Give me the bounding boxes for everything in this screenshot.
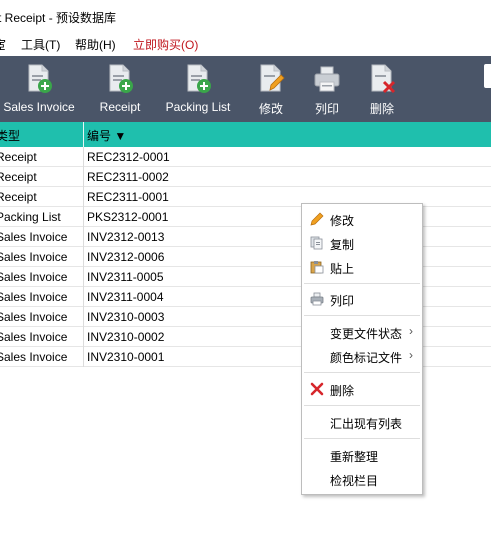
cell-type: Packing List xyxy=(0,210,61,224)
cell-number: PKS2312-0001 xyxy=(87,210,169,224)
toolbar-label: Receipt xyxy=(99,100,141,114)
context-item-label: 重新整理 xyxy=(330,450,379,464)
cell-divider xyxy=(83,307,84,327)
context-item-export-list[interactable]: 汇出现有列表 xyxy=(302,411,422,433)
context-item-label: 列印 xyxy=(330,294,355,308)
cell-divider xyxy=(83,347,84,367)
toolbar-label: Sales Invoice xyxy=(3,100,75,114)
menu-item-help[interactable]: 帮助(H) xyxy=(75,36,116,53)
edit-button[interactable]: 修改 xyxy=(252,56,290,122)
cell-type: Sales Invoice xyxy=(0,270,68,284)
new-receipt-button[interactable]: Receipt xyxy=(92,56,148,122)
toolbar-label: 列印 xyxy=(314,102,339,116)
cell-divider xyxy=(83,267,84,287)
new-packing-list-button[interactable]: Packing List xyxy=(160,56,236,122)
column-header-number[interactable]: 编号 ▼ xyxy=(87,127,126,144)
copy-icon xyxy=(310,236,323,250)
pencil-icon xyxy=(310,212,324,226)
cell-type: Sales Invoice xyxy=(0,350,68,364)
doc-add-icon xyxy=(109,64,133,93)
cell-number: INV2312-0013 xyxy=(87,230,165,244)
cell-type: Sales Invoice xyxy=(0,230,68,244)
menu-divider xyxy=(304,315,420,316)
column-header-type[interactable]: 类型 xyxy=(0,127,20,144)
title-bar: t Receipt - 预设数据库 xyxy=(0,0,491,31)
toolbar-label: Packing List xyxy=(165,100,231,114)
context-item-print[interactable]: 列印 xyxy=(302,288,422,310)
context-item-refresh[interactable]: 重新整理 xyxy=(302,444,422,466)
cell-number: REC2312-0001 xyxy=(87,150,170,164)
context-item-label: 修改 xyxy=(330,214,355,228)
delete-button[interactable]: 删除 xyxy=(363,56,401,122)
menu-divider xyxy=(304,405,420,406)
cell-type: Receipt xyxy=(0,190,37,204)
table-row[interactable]: Receipt REC2311-0002 xyxy=(0,167,491,187)
cell-divider xyxy=(83,167,84,187)
delete-x-icon xyxy=(310,382,324,396)
printer-icon xyxy=(310,292,324,306)
cell-type: Sales Invoice xyxy=(0,250,68,264)
toolbar-label: 删除 xyxy=(369,102,394,116)
toolbar-label: 修改 xyxy=(258,102,283,116)
cell-number: REC2311-0002 xyxy=(87,170,169,184)
grid-header: 类型 编号 ▼ xyxy=(0,122,491,147)
cell-divider xyxy=(83,187,84,207)
context-item-change-status[interactable]: 变更文件状态 › xyxy=(302,321,422,343)
menu-item-settings[interactable]: 宦 xyxy=(0,36,6,53)
cell-divider xyxy=(83,287,84,307)
menu-item-tools[interactable]: 工具(T) xyxy=(21,36,60,53)
context-item-label: 检视栏目 xyxy=(330,474,379,488)
edit-icon xyxy=(260,64,285,92)
menu-divider xyxy=(304,283,420,284)
cell-number: INV2312-0006 xyxy=(87,250,165,264)
doc-add-icon xyxy=(187,64,211,93)
context-item-label: 颜色标记文件 xyxy=(330,351,403,365)
menu-item-buy-now[interactable]: 立即购买(O) xyxy=(133,36,198,53)
cell-number: INV2310-0002 xyxy=(87,330,165,344)
cell-divider xyxy=(83,147,84,167)
window-title: t Receipt - 预设数据库 xyxy=(0,11,117,25)
cell-type: Sales Invoice xyxy=(0,290,68,304)
toolbar-overflow-box[interactable] xyxy=(484,64,491,88)
context-item-copy[interactable]: 复制 xyxy=(302,232,422,254)
cell-type: Sales Invoice xyxy=(0,310,68,324)
cell-divider xyxy=(83,247,84,267)
context-item-label: 删除 xyxy=(330,384,355,398)
column-separator[interactable] xyxy=(83,122,84,147)
cell-number: REC2311-0001 xyxy=(87,190,169,204)
menu-bar: 宦 工具(T) 帮助(H) 立即购买(O) xyxy=(0,31,491,56)
context-item-delete[interactable]: 删除 xyxy=(302,378,422,400)
context-item-paste[interactable]: 贴上 xyxy=(302,256,422,278)
cell-type: Receipt xyxy=(0,170,37,184)
submenu-arrow-icon: › xyxy=(409,348,413,362)
table-row[interactable]: Receipt REC2312-0001 xyxy=(0,147,491,167)
cell-type: Sales Invoice xyxy=(0,330,68,344)
context-item-edit[interactable]: 修改 xyxy=(302,208,422,230)
context-item-label: 贴上 xyxy=(330,262,355,276)
cell-number: INV2311-0004 xyxy=(87,290,164,304)
menu-divider xyxy=(304,372,420,373)
cell-divider xyxy=(83,207,84,227)
cell-type: Receipt xyxy=(0,150,37,164)
print-button[interactable]: 列印 xyxy=(308,56,346,122)
paste-icon xyxy=(310,261,324,274)
cell-divider xyxy=(83,327,84,347)
cell-number: INV2310-0001 xyxy=(87,350,165,364)
context-item-label: 复制 xyxy=(330,238,355,252)
doc-add-icon xyxy=(28,64,52,93)
submenu-arrow-icon: › xyxy=(409,324,413,338)
cell-number: INV2310-0003 xyxy=(87,310,165,324)
context-menu: 修改 复制 贴上 列印 变更文件状态 › 颜色标记文件 › 删除 汇出现有列表 … xyxy=(301,203,423,495)
cell-divider xyxy=(83,227,84,247)
context-item-view-columns[interactable]: 检视栏目 xyxy=(302,468,422,490)
printer-icon xyxy=(314,66,340,92)
context-item-label: 汇出现有列表 xyxy=(330,417,403,431)
context-item-label: 变更文件状态 xyxy=(330,327,403,341)
context-item-color-tag[interactable]: 颜色标记文件 › xyxy=(302,345,422,367)
delete-doc-icon xyxy=(371,64,396,94)
toolbar: Sales Invoice Receipt Packing List 修改 列印… xyxy=(0,56,491,122)
menu-divider xyxy=(304,438,420,439)
new-sales-invoice-button[interactable]: Sales Invoice xyxy=(0,56,78,122)
cell-number: INV2311-0005 xyxy=(87,270,164,284)
